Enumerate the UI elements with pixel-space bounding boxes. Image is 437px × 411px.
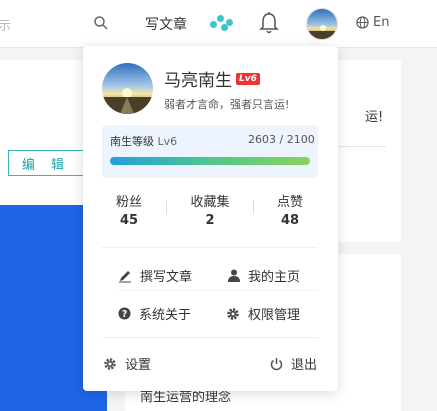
level-badge: Lv6 — [236, 72, 260, 85]
edit-button[interactable]: 编 辑 — [8, 150, 84, 176]
divider — [330, 146, 386, 147]
menu-label: 撰写文章 — [140, 270, 193, 285]
dots-icon[interactable] — [208, 13, 234, 33]
menu-logout[interactable]: 退出 — [270, 354, 317, 373]
language-switch[interactable]: En — [356, 15, 389, 30]
divider — [102, 247, 318, 248]
menu-label: 权限管理 — [248, 308, 301, 323]
stat-collections[interactable]: 收藏集 2 — [180, 191, 240, 228]
truncated-nav-text: 示 — [0, 19, 12, 34]
menu-label: 系统关于 — [139, 308, 192, 323]
write-article-link[interactable]: 写文章 — [145, 14, 187, 34]
power-icon — [270, 357, 283, 370]
stat-label: 收藏集 — [190, 195, 230, 210]
divider — [118, 290, 318, 291]
profile-name-text: 马亮南生 — [164, 71, 232, 91]
profile-motto: 弱者才言命，强者只言运! — [164, 98, 290, 111]
stat-divider — [253, 200, 254, 214]
menu-system-about[interactable]: ? 系统关于 — [118, 304, 191, 323]
stat-fans[interactable]: 粉丝 45 — [99, 191, 159, 228]
level-progress-bar — [110, 157, 310, 165]
stat-divider — [166, 200, 167, 214]
menu-permission-manage[interactable]: 权限管理 — [226, 304, 300, 323]
globe-icon — [356, 16, 369, 29]
gear-icon — [227, 307, 239, 320]
avatar[interactable] — [306, 8, 338, 40]
stat-label: 粉丝 — [115, 195, 142, 210]
stat-value: 2 — [205, 213, 215, 228]
language-label: En — [373, 15, 390, 30]
level-value: Lv6 — [157, 135, 178, 148]
menu-label: 设置 — [125, 358, 152, 373]
level-name: 南生等级 — [110, 135, 154, 148]
menu-write-article[interactable]: 撰写文章 — [118, 266, 192, 285]
bell-icon[interactable] — [258, 11, 280, 35]
divider — [102, 337, 318, 338]
menu-my-home[interactable]: 我的主页 — [228, 266, 300, 285]
stat-value: 48 — [280, 213, 300, 228]
menu-label: 退出 — [291, 358, 318, 373]
stat-likes[interactable]: 点赞 48 — [260, 191, 320, 228]
gear-icon — [104, 357, 116, 370]
top-bar: 示 写文章 En — [0, 0, 437, 48]
level-label: 南生等级 Lv6 — [110, 133, 177, 149]
profile-name: 马亮南生 Lv6 — [164, 66, 260, 91]
right-card-text: 运! — [365, 110, 384, 125]
menu-label: 我的主页 — [248, 270, 301, 285]
user-icon — [228, 269, 240, 282]
question-circle-icon: ? — [118, 307, 131, 320]
stat-value: 45 — [119, 213, 139, 228]
profile-avatar[interactable] — [102, 63, 153, 114]
menu-settings[interactable]: 设置 — [103, 354, 151, 373]
stat-label: 点赞 — [276, 195, 303, 210]
svg-text:?: ? — [122, 309, 127, 320]
level-progress-text: 2603 / 2100 — [248, 133, 315, 146]
search-icon[interactable] — [93, 15, 109, 31]
pencil-icon — [119, 270, 131, 282]
